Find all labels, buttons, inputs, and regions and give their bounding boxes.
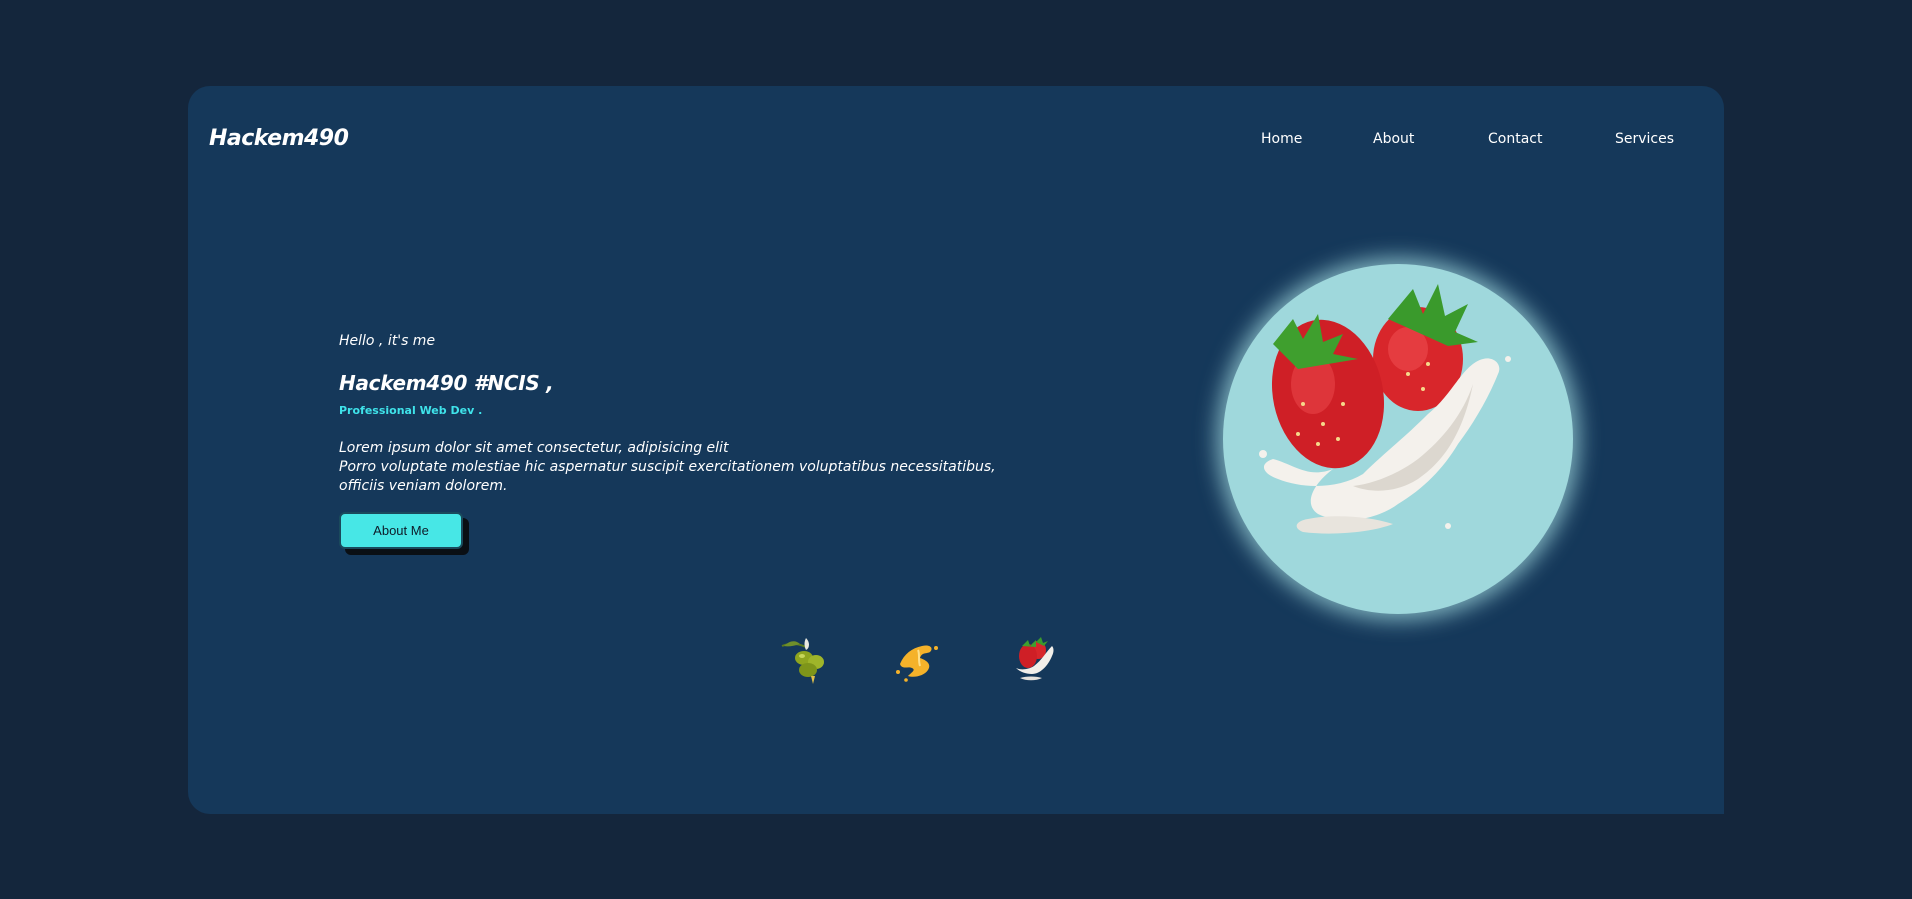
olive-icon: [781, 638, 824, 684]
main-nav: Home About Contact Services: [1188, 131, 1698, 153]
strawberry-milk-icon: [1016, 637, 1054, 681]
hero-description-line: officiis veniam dolorem.: [339, 478, 508, 494]
orange-splash-thumbnail[interactable]: [890, 634, 944, 688]
hero-section: Hello , it's me Hackem490 #NCIS , Profes…: [339, 333, 1059, 549]
strawberry-milk-thumbnail[interactable]: [1008, 634, 1062, 688]
nav-about-link[interactable]: About: [1373, 131, 1414, 147]
hero-description-line: Porro voluptate molestiae hic aspernatur…: [339, 459, 996, 475]
nav-services-link[interactable]: Services: [1615, 131, 1674, 147]
hero-description-line: Lorem ipsum dolor sit amet consectetur, …: [339, 440, 729, 456]
thumbnail-row: [778, 634, 1058, 690]
about-me-button[interactable]: About Me: [339, 512, 463, 549]
nav-home-link[interactable]: Home: [1261, 131, 1302, 147]
strawberry-milk-splash-illustration: [1259, 284, 1511, 534]
hero-strawberry-image: [1223, 264, 1573, 614]
orange-splash-icon: [896, 645, 938, 682]
hero-role: Professional Web Dev .: [339, 404, 483, 417]
hero-description: Lorem ipsum dolor sit amet consectetur, …: [339, 439, 1059, 496]
hero-greeting: Hello , it's me: [339, 333, 436, 349]
site-logo[interactable]: Hackem490: [209, 126, 349, 151]
olive-thumbnail[interactable]: [778, 634, 832, 688]
hero-name: Hackem490 #NCIS ,: [339, 371, 554, 395]
main-card: Hackem490 Home About Contact Services He…: [188, 86, 1724, 814]
nav-contact-link[interactable]: Contact: [1488, 131, 1542, 147]
